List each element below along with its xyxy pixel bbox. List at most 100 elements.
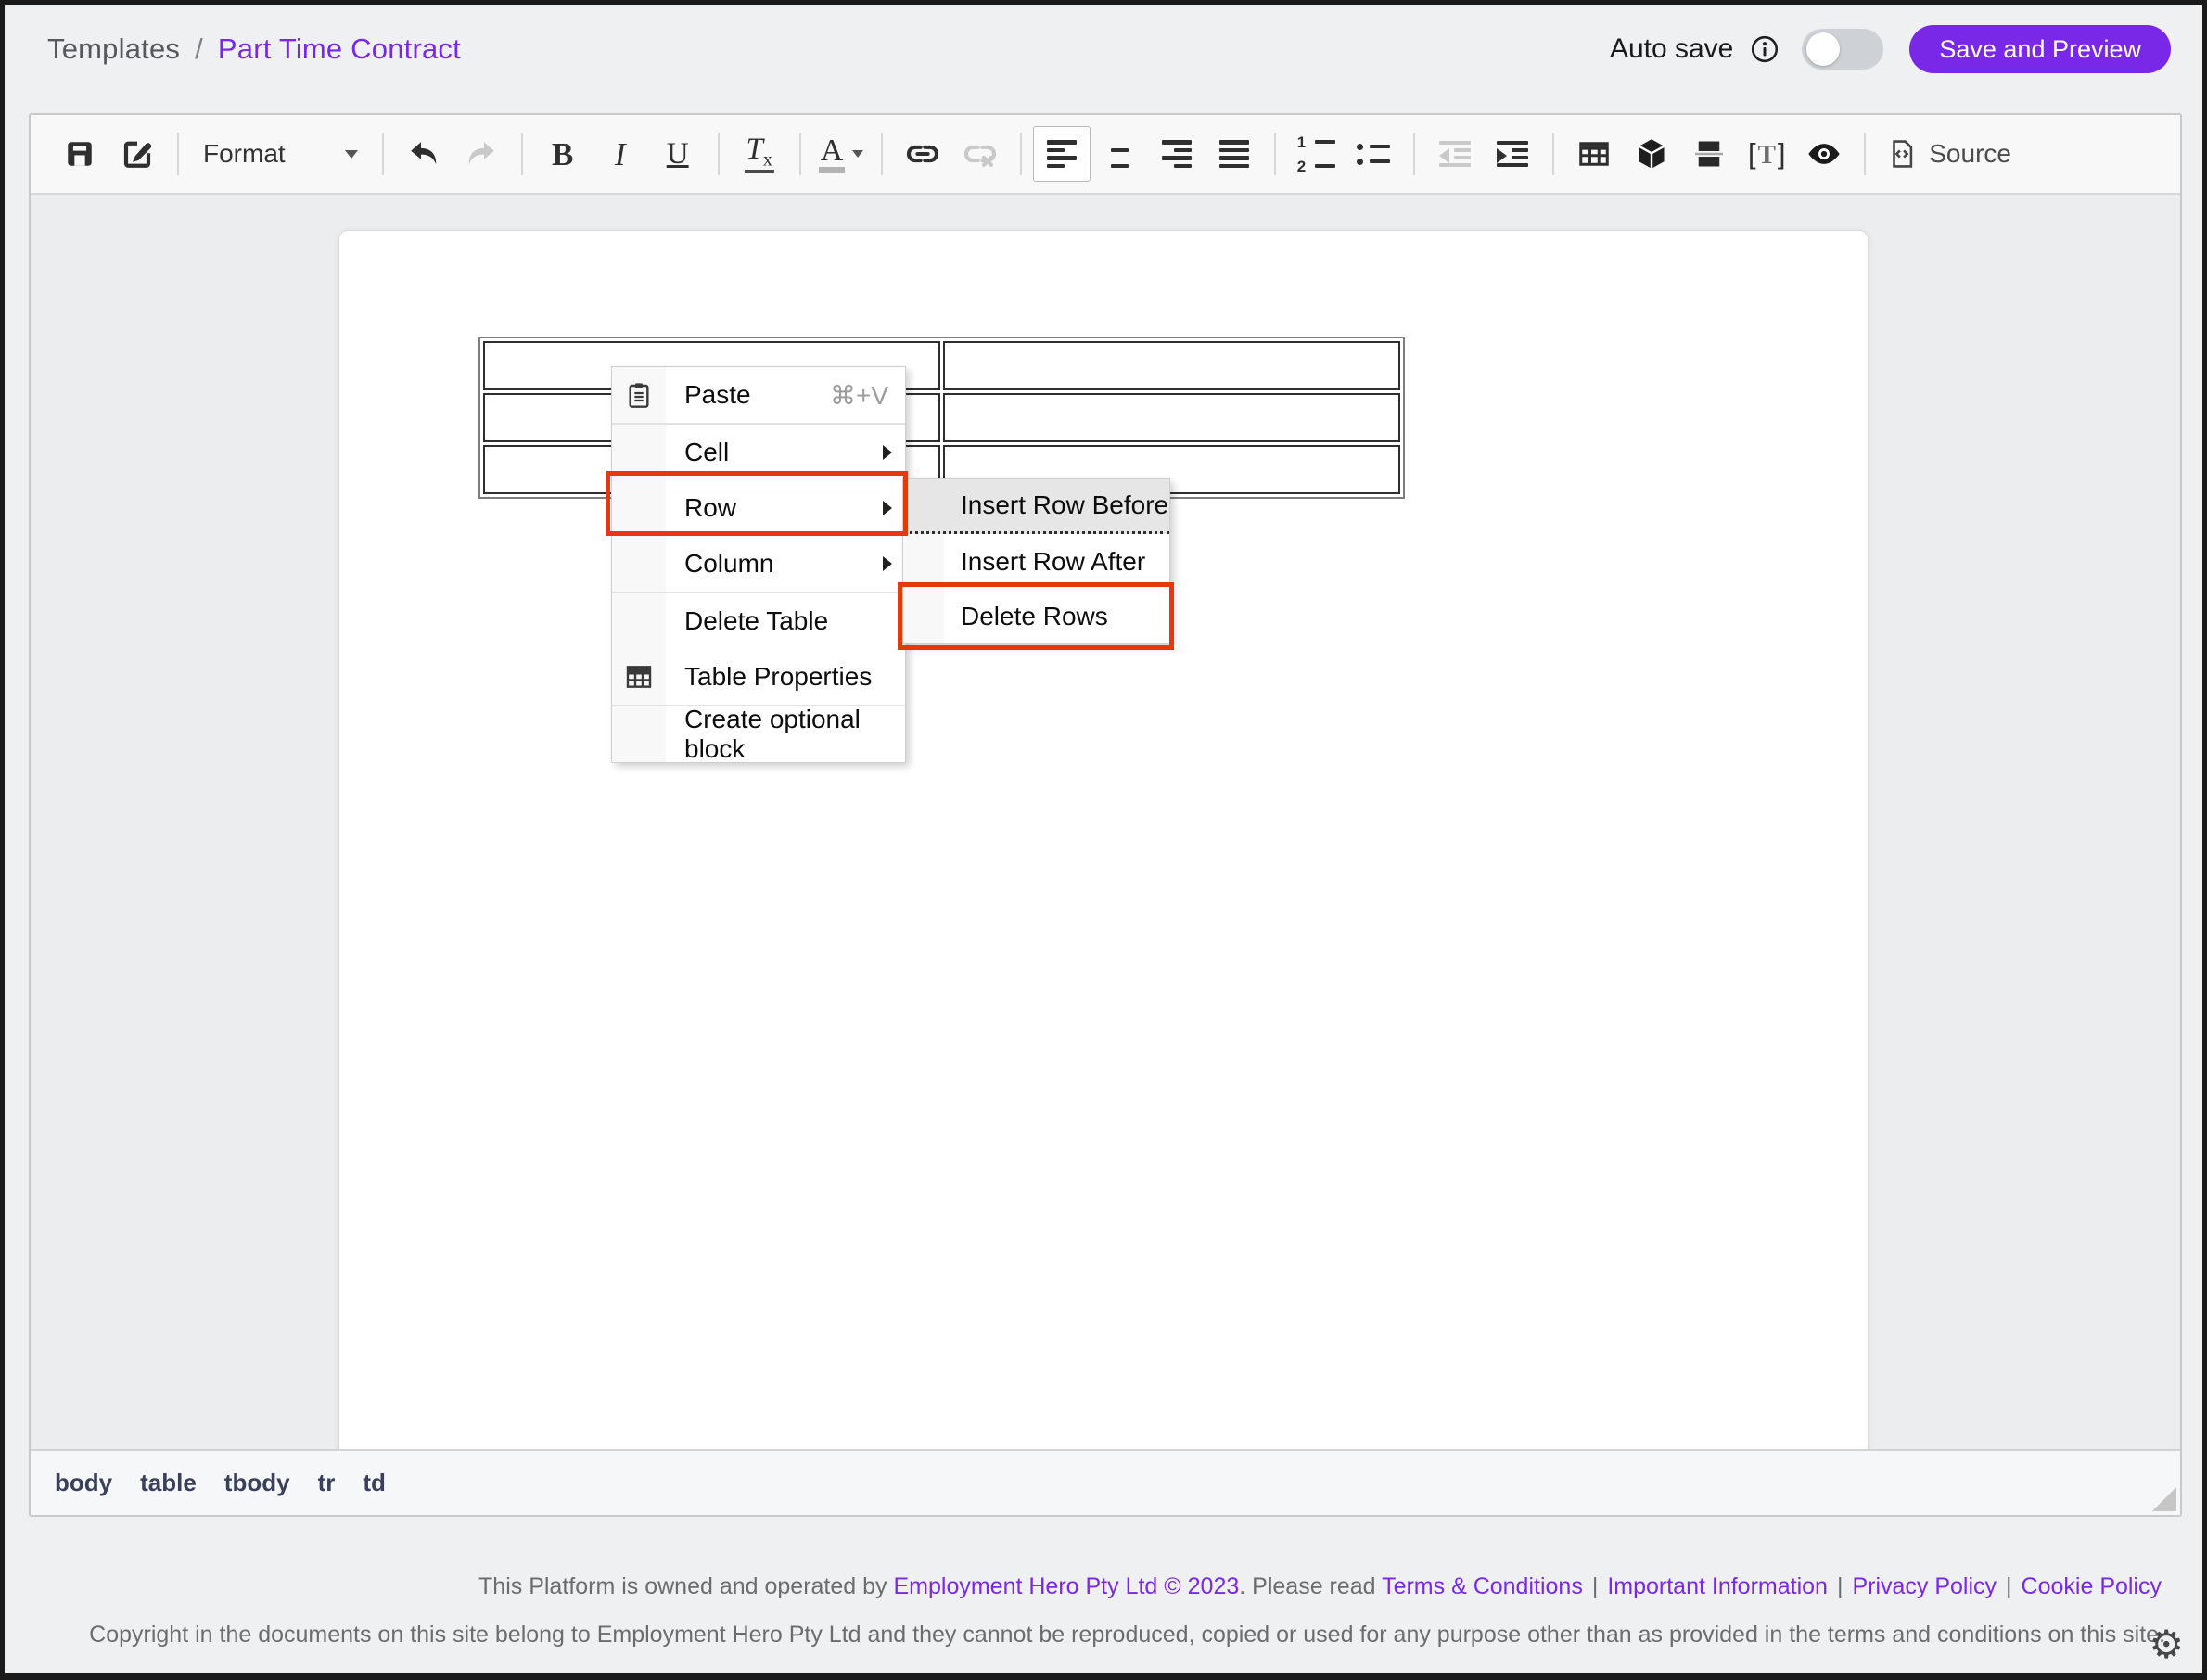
rich-text-editor: Format B I U Tx: [29, 113, 2182, 1517]
submenu-arrow-icon: [883, 501, 892, 515]
numbered-list-icon: 1 2: [1297, 134, 1335, 174]
table-icon: [1577, 137, 1611, 171]
undo-icon: [407, 137, 440, 171]
footer-cookie-link[interactable]: Cookie Policy: [2022, 1573, 2162, 1599]
remove-format-button[interactable]: Tx: [731, 126, 788, 182]
footer-company-link[interactable]: Employment Hero Pty Ltd © 2023: [893, 1573, 1239, 1599]
align-justify-button[interactable]: [1206, 126, 1263, 182]
menu-item-label: Table Properties: [684, 662, 872, 692]
page-title: Part Time Contract: [218, 32, 461, 65]
menu-item-row[interactable]: Row: [612, 480, 905, 536]
paste-shortcut: ⌘+V: [830, 380, 905, 411]
increase-indent-button[interactable]: [1484, 126, 1541, 182]
bulleted-list-button[interactable]: [1345, 126, 1402, 182]
insert-block-container-button[interactable]: [1623, 126, 1680, 182]
autosave-toggle[interactable]: [1802, 29, 1883, 70]
toolbar-separator: [1274, 133, 1276, 175]
footer-text: . Please read: [1239, 1573, 1382, 1599]
italic-button[interactable]: I: [592, 126, 649, 182]
save-template-button[interactable]: [51, 126, 108, 182]
menu-item-cell[interactable]: Cell: [612, 425, 905, 480]
submenu-item-insert-row-before[interactable]: Insert Row Before: [903, 479, 1169, 534]
insert-token-button[interactable]: [T]: [1738, 126, 1795, 182]
footer-terms-link[interactable]: Terms & Conditions: [1382, 1573, 1583, 1599]
element-path-body[interactable]: body: [55, 1469, 112, 1497]
footer-privacy-link[interactable]: Privacy Policy: [1852, 1573, 1997, 1599]
edit-template-icon: [121, 137, 154, 171]
menu-item-create-optional-block[interactable]: Create optional block: [612, 706, 905, 762]
token-icon: [T]: [1748, 139, 1786, 169]
source-button[interactable]: Source: [1877, 127, 2021, 181]
footer-copyright-line: Copyright in the documents on this site …: [89, 1622, 2165, 1648]
format-dropdown[interactable]: Format: [190, 127, 371, 181]
format-dropdown-label: Format: [203, 139, 286, 169]
undo-button[interactable]: [395, 126, 453, 182]
submenu-item-insert-row-after[interactable]: Insert Row After: [903, 534, 1169, 589]
submenu-item-delete-rows[interactable]: Delete Rows: [903, 589, 1169, 643]
table-cell[interactable]: [943, 393, 1400, 442]
breadcrumb: Templates / Part Time Contract: [47, 32, 461, 66]
edit-template-button[interactable]: [108, 126, 166, 182]
align-left-button[interactable]: [1033, 126, 1091, 182]
align-center-button[interactable]: [1091, 126, 1148, 182]
table-properties-icon: [624, 662, 654, 692]
align-left-icon: [1047, 140, 1077, 168]
source-icon: [1886, 138, 1918, 170]
increase-indent-icon: [1497, 141, 1528, 167]
menu-item-paste[interactable]: Paste ⌘+V: [612, 367, 905, 423]
table-cell[interactable]: [943, 341, 1400, 390]
preview-button[interactable]: [1795, 126, 1853, 182]
settings-gear-icon[interactable]: ⚙: [2149, 1625, 2184, 1664]
info-icon[interactable]: [1750, 34, 1780, 64]
redo-button[interactable]: [453, 126, 510, 182]
toolbar-separator: [881, 133, 883, 175]
element-path-td[interactable]: td: [363, 1469, 386, 1497]
footer-text: This Platform is owned and operated by: [478, 1573, 893, 1599]
align-justify-icon: [1219, 140, 1249, 168]
autosave-label: Auto save: [1610, 33, 1733, 65]
submenu-item-label: Delete Rows: [961, 602, 1108, 631]
align-center-icon: [1104, 140, 1134, 168]
app-window: Templates / Part Time Contract Auto save S…: [0, 0, 2207, 1680]
block-container-icon: [1635, 137, 1668, 171]
link-button[interactable]: [894, 126, 951, 182]
insert-table-button[interactable]: [1565, 126, 1623, 182]
paste-icon: [624, 380, 654, 410]
menu-item-label: Column: [684, 549, 773, 579]
bold-button[interactable]: B: [534, 126, 592, 182]
underline-icon: U: [667, 139, 689, 170]
toolbar-separator: [1864, 133, 1866, 175]
unlink-icon: [963, 136, 998, 172]
breadcrumb-templates-link[interactable]: Templates: [47, 32, 180, 65]
submenu-arrow-icon: [883, 445, 892, 460]
page-break-button[interactable]: [1680, 126, 1738, 182]
element-path-tr[interactable]: tr: [318, 1469, 336, 1497]
editor-resize-handle[interactable]: [2152, 1487, 2176, 1511]
element-path-tbody[interactable]: tbody: [224, 1469, 290, 1497]
menu-item-label: Cell: [684, 438, 729, 467]
submenu-item-label: Insert Row Before: [961, 490, 1168, 520]
link-icon: [905, 136, 940, 172]
breadcrumb-separator: /: [195, 32, 203, 65]
menu-item-column[interactable]: Column: [612, 536, 905, 592]
decrease-indent-button[interactable]: [1426, 126, 1484, 182]
toolbar-separator: [1552, 133, 1554, 175]
align-right-icon: [1162, 140, 1192, 168]
toggle-knob: [1806, 32, 1840, 66]
element-path-table[interactable]: table: [140, 1469, 197, 1497]
underline-button[interactable]: U: [649, 126, 707, 182]
chevron-down-icon: [852, 150, 863, 158]
footer-separator: |: [2006, 1573, 2012, 1599]
footer-important-info-link[interactable]: Important Information: [1607, 1573, 1828, 1599]
text-color-button[interactable]: A: [812, 126, 871, 182]
align-right-button[interactable]: [1148, 126, 1206, 182]
numbered-list-button[interactable]: 1 2: [1287, 126, 1345, 182]
menu-item-delete-table[interactable]: Delete Table: [612, 593, 905, 649]
submenu-item-label: Insert Row After: [961, 547, 1145, 577]
redo-icon: [465, 137, 498, 171]
document-page[interactable]: [338, 230, 1869, 1449]
menu-item-label: Row: [684, 493, 736, 523]
save-and-preview-button[interactable]: Save and Preview: [1909, 25, 2171, 73]
menu-item-table-properties[interactable]: Table Properties: [612, 649, 905, 705]
unlink-button[interactable]: [951, 126, 1009, 182]
